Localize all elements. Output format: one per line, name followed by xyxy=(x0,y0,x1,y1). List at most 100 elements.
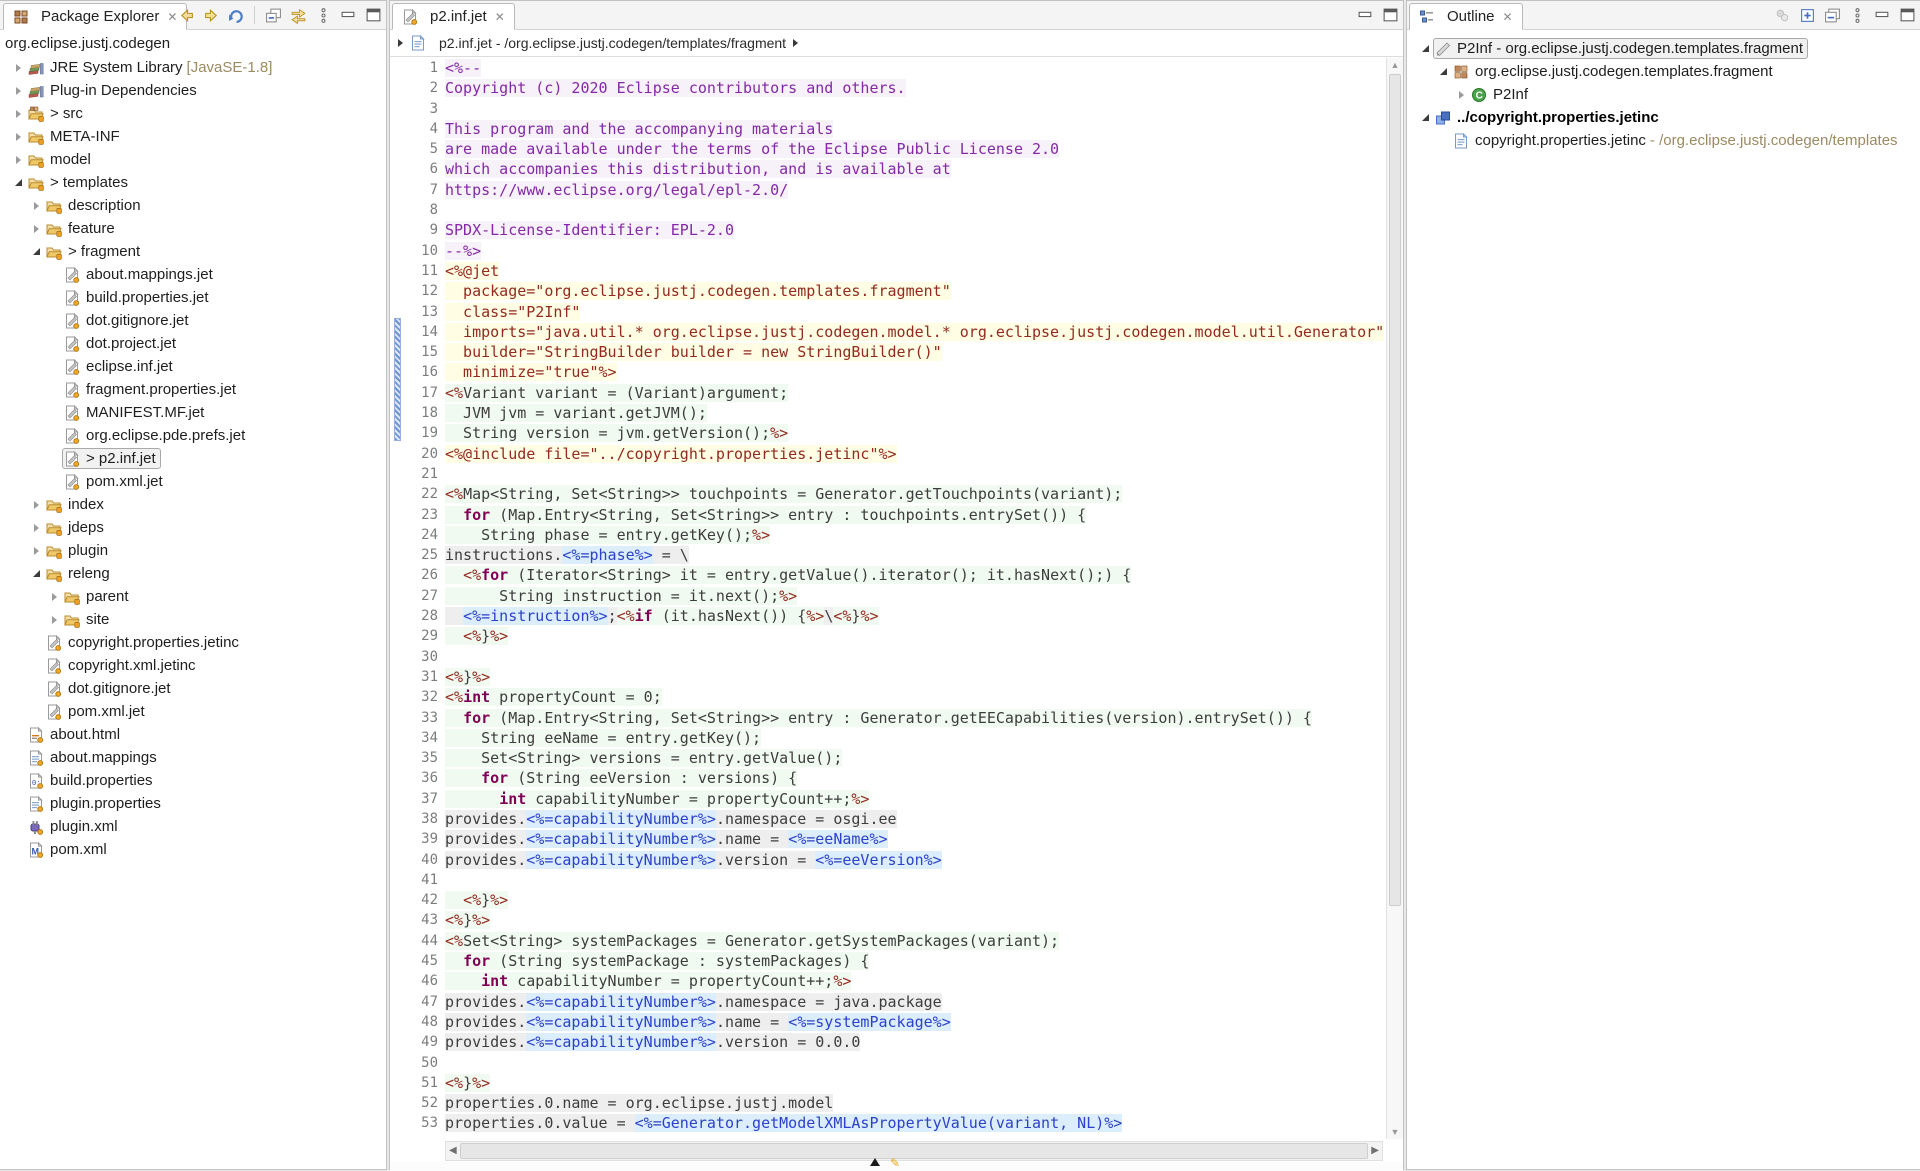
focus-icon[interactable] xyxy=(1773,6,1791,24)
code-line[interactable]: 39provides.<%=capabilityNumber%>.name = … xyxy=(390,829,1386,849)
code-line[interactable]: 32<%int propertyCount = 0; xyxy=(390,687,1386,707)
code-line[interactable]: 2Copyright (c) 2020 Eclipse contributors… xyxy=(390,78,1386,98)
code-line[interactable]: 51<%}%> xyxy=(390,1073,1386,1093)
package-explorer-tree-item[interactable]: Plug-in Dependencies xyxy=(0,79,386,102)
code-line[interactable]: 9SPDX-License-Identifier: EPL-2.0 xyxy=(390,220,1386,240)
tree-collapsed-arrow-icon[interactable] xyxy=(1453,91,1469,99)
project-root-label[interactable]: org.eclipse.justj.codegen xyxy=(0,33,386,55)
tree-item-content[interactable]: site xyxy=(62,609,114,630)
tree-item-content[interactable]: copyright.properties.jetinc - /org.eclip… xyxy=(1451,130,1903,151)
package-explorer-tree-item[interactable]: > templates xyxy=(0,171,386,194)
package-explorer-tree-item[interactable]: > p2.inf.jet xyxy=(0,447,386,470)
code-line[interactable]: 20<%@include file="../copyright.properti… xyxy=(390,444,1386,464)
back-icon[interactable] xyxy=(177,6,195,24)
code-line[interactable]: 45 for (String systemPackage : systemPac… xyxy=(390,951,1386,971)
horizontal-scrollbar-thumb[interactable] xyxy=(460,1143,1368,1159)
package-explorer-tree-item[interactable]: META-INF xyxy=(0,125,386,148)
close-icon[interactable]: ✕ xyxy=(495,10,505,24)
tree-item-content[interactable]: plugin xyxy=(44,540,113,561)
tree-item-content[interactable]: MANIFEST.MF.jet xyxy=(62,402,209,423)
tree-item-content[interactable]: org.eclipse.pde.prefs.jet xyxy=(62,425,250,446)
code-line[interactable]: 11<%@jet xyxy=(390,261,1386,281)
code-line[interactable]: 31<%}%> xyxy=(390,667,1386,687)
trim-stack-pencil-icon[interactable]: ✎ xyxy=(890,1156,900,1170)
package-explorer-tree-item[interactable]: description xyxy=(0,194,386,217)
close-icon[interactable]: ✕ xyxy=(1503,10,1513,24)
view-menu-icon[interactable] xyxy=(1848,6,1866,24)
package-explorer-tree-item[interactable]: releng xyxy=(0,562,386,585)
code-line[interactable]: 22<%Map<String, Set<String>> touchpoints… xyxy=(390,484,1386,504)
package-explorer-tree-item[interactable]: build.properties.jet xyxy=(0,286,386,309)
tree-item-content[interactable]: pom.xml.jet xyxy=(62,471,168,492)
tree-item-content[interactable]: Plug-in Dependencies xyxy=(26,80,202,101)
tree-item-content[interactable]: feature xyxy=(44,218,120,239)
tree-item-content[interactable]: copyright.xml.jetinc xyxy=(44,655,201,676)
code-line[interactable]: 40provides.<%=capabilityNumber%>.version… xyxy=(390,850,1386,870)
tree-item-content[interactable]: dot.project.jet xyxy=(62,333,181,354)
tree-item-content[interactable]: > templates xyxy=(26,172,133,193)
package-explorer-tree-item[interactable]: plugin.properties xyxy=(0,792,386,815)
tree-item-content[interactable]: eclipse.inf.jet xyxy=(62,356,178,377)
vertical-scrollbar-thumb[interactable] xyxy=(1389,74,1401,906)
vertical-scrollbar[interactable]: ▲ ▼ xyxy=(1386,58,1403,1139)
horizontal-scrollbar[interactable]: ◀ ▶ xyxy=(445,1141,1383,1161)
tree-item-content[interactable]: about.mappings xyxy=(26,747,162,768)
package-explorer-tree-item[interactable]: > fragment xyxy=(0,240,386,263)
tree-collapsed-arrow-icon[interactable] xyxy=(28,524,44,532)
close-icon[interactable]: ✕ xyxy=(167,10,177,24)
package-explorer-tree-item[interactable]: pom.xml.jet xyxy=(0,470,386,493)
code-line[interactable]: 27 String instruction = it.next();%> xyxy=(390,586,1386,606)
tree-collapsed-arrow-icon[interactable] xyxy=(28,547,44,555)
tree-item-content[interactable]: org.eclipse.justj.codegen.templates.frag… xyxy=(1451,61,1778,82)
package-explorer-tree-item[interactable]: plugin xyxy=(0,539,386,562)
tree-item-content[interactable]: about.mappings.jet xyxy=(62,264,218,285)
tree-item-content[interactable]: META-INF xyxy=(26,126,125,147)
tree-expanded-arrow-icon[interactable] xyxy=(1435,68,1451,75)
scroll-down-icon[interactable]: ▼ xyxy=(1387,1127,1403,1137)
minimize-icon[interactable] xyxy=(339,6,357,24)
code-line[interactable]: 21 xyxy=(390,464,1386,484)
tree-collapsed-arrow-icon[interactable] xyxy=(46,616,62,624)
tree-item-content[interactable]: jdeps xyxy=(44,517,109,538)
scroll-left-icon[interactable]: ◀ xyxy=(449,1145,457,1156)
package-explorer-tree-item[interactable]: site xyxy=(0,608,386,631)
code-line[interactable]: 33 for (Map.Entry<String, Set<String>> e… xyxy=(390,708,1386,728)
tree-collapsed-arrow-icon[interactable] xyxy=(28,501,44,509)
tree-item-content[interactable]: > fragment xyxy=(44,241,145,262)
code-line[interactable]: 25instructions.<%=phase%> = \ xyxy=(390,545,1386,565)
code-line[interactable]: 14 imports="java.util.* org.eclipse.just… xyxy=(390,322,1386,342)
tab-p2-inf-jet[interactable]: p2.inf.jet ✕ xyxy=(392,3,515,30)
code-line[interactable]: 23 for (Map.Entry<String, Set<String>> e… xyxy=(390,505,1386,525)
code-line[interactable]: 47provides.<%=capabilityNumber%>.namespa… xyxy=(390,992,1386,1012)
package-explorer-tree-item[interactable]: Mpom.xml xyxy=(0,838,386,861)
code-line[interactable]: 3 xyxy=(390,99,1386,119)
outline-tree-item[interactable]: copyright.properties.jetinc - /org.eclip… xyxy=(1407,129,1920,152)
tree-item-content[interactable]: P2Inf - org.eclipse.justj.codegen.templa… xyxy=(1433,38,1808,59)
code-line[interactable]: 43<%}%> xyxy=(390,910,1386,930)
code-editor[interactable]: 1<%--2Copyright (c) 2020 Eclipse contrib… xyxy=(390,58,1386,1135)
code-line[interactable]: 16 minimize="true"%> xyxy=(390,362,1386,382)
code-line[interactable]: 8 xyxy=(390,200,1386,220)
code-line[interactable]: 50 xyxy=(390,1053,1386,1073)
scroll-up-icon[interactable]: ▲ xyxy=(1387,60,1403,70)
tree-item-content[interactable]: copyright.properties.jetinc xyxy=(44,632,244,653)
tree-collapsed-arrow-icon[interactable] xyxy=(10,64,26,72)
code-line[interactable]: 42 <%}%> xyxy=(390,890,1386,910)
tree-item-content[interactable]: build.properties.jet xyxy=(62,287,214,308)
code-line[interactable]: 17<%Variant variant = (Variant)argument; xyxy=(390,383,1386,403)
package-explorer-tree-item[interactable]: dot.project.jet xyxy=(0,332,386,355)
outline-tree-item[interactable]: ../copyright.properties.jetinc xyxy=(1407,106,1920,129)
link-with-editor-icon[interactable] xyxy=(289,6,307,24)
tree-collapsed-arrow-icon[interactable] xyxy=(10,156,26,164)
code-line[interactable]: 19 String version = jvm.getVersion();%> xyxy=(390,423,1386,443)
package-explorer-tree-item[interactable]: dot.gitignore.jet xyxy=(0,309,386,332)
package-explorer-tree-item[interactable]: dot.gitignore.jet xyxy=(0,677,386,700)
tree-item-content[interactable]: about.html xyxy=(26,724,125,745)
tree-item-content[interactable]: > p2.inf.jet xyxy=(62,448,161,469)
package-explorer-tree-item[interactable]: about.mappings xyxy=(0,746,386,769)
forward-icon[interactable] xyxy=(202,6,220,24)
package-explorer-tree-item[interactable]: JRE System Library [JavaSE-1.8] xyxy=(0,56,386,79)
package-explorer-tree-item[interactable]: jdeps xyxy=(0,516,386,539)
tree-collapsed-arrow-icon[interactable] xyxy=(10,87,26,95)
collapse-all-icon[interactable] xyxy=(264,6,282,24)
